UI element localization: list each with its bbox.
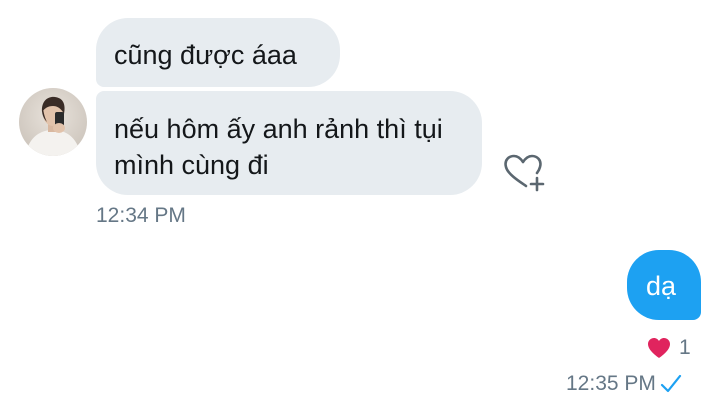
outgoing-meta: 12:35 PM xyxy=(566,372,682,396)
incoming-message-bubble[interactable]: nếu hôm ấy anh rảnh thì tụi mình cùng đi xyxy=(96,91,482,195)
heart-plus-icon-graphic xyxy=(504,154,545,192)
reaction-count: 1 xyxy=(679,336,691,359)
reaction-badge[interactable]: 1 xyxy=(647,336,691,360)
message-text: nếu hôm ấy anh rảnh thì tụi mình cùng đi xyxy=(114,114,443,180)
avatar[interactable] xyxy=(19,88,87,156)
outgoing-timestamp: 12:35 PM xyxy=(566,372,656,395)
message-text: dạ xyxy=(646,271,677,301)
outgoing-message-bubble[interactable]: dạ xyxy=(627,250,701,320)
conversation-view: cũng được áaa nếu hôm ấy anh rảnh thì tụ… xyxy=(0,0,720,408)
heart-icon xyxy=(648,338,670,358)
avatar-photo xyxy=(19,88,87,156)
incoming-timestamp: 12:34 PM xyxy=(96,204,186,227)
incoming-message-bubble[interactable]: cũng được áaa xyxy=(96,18,340,87)
checkmark-icon xyxy=(660,374,681,393)
message-text: cũng được áaa xyxy=(114,40,297,70)
heart-plus-icon[interactable] xyxy=(500,153,546,195)
